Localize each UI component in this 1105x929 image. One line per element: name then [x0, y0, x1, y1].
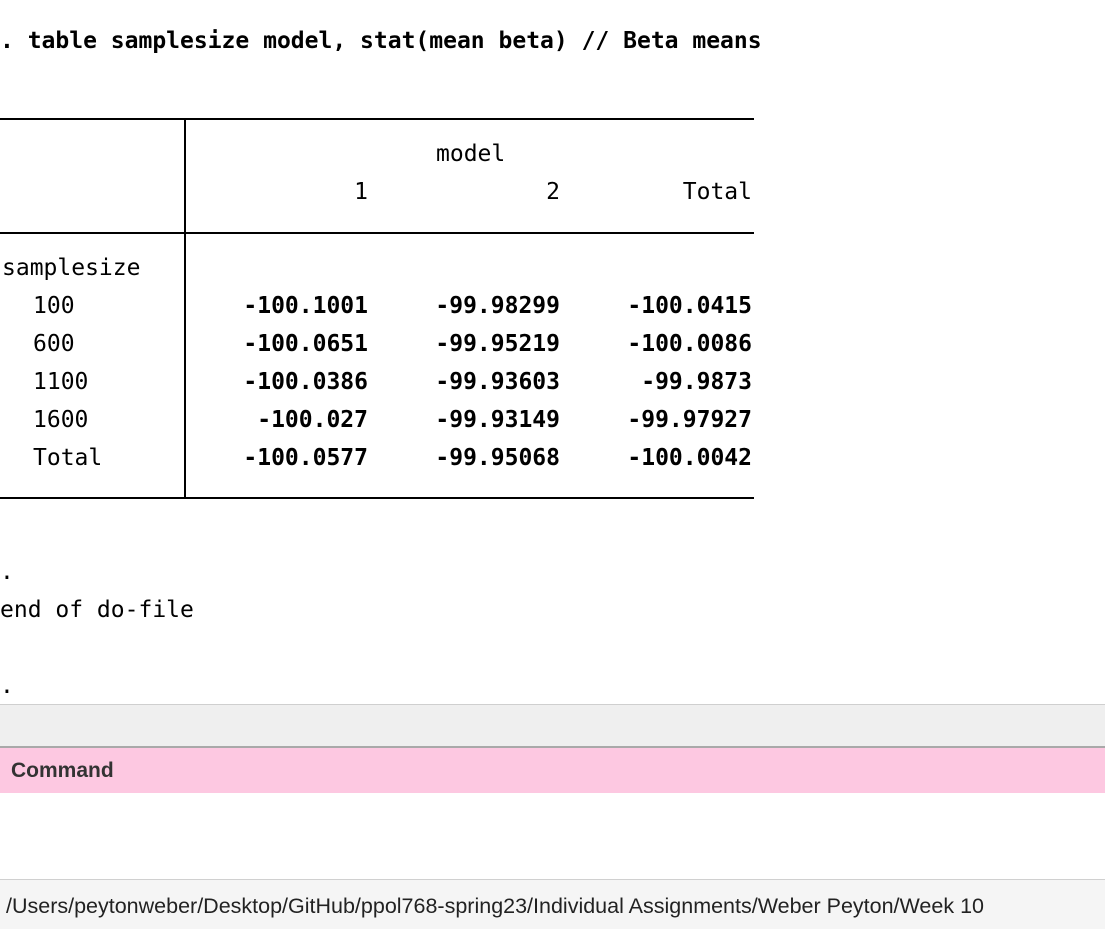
table-cell: -100.0415 — [627, 293, 752, 319]
row-label: 1600 — [33, 407, 89, 433]
table-cell: -99.9873 — [641, 369, 752, 395]
table-cell: -100.0651 — [243, 331, 368, 357]
table-cell: -100.027 — [257, 407, 368, 433]
command-panel-title: Command — [11, 759, 114, 782]
row-label: 100 — [33, 293, 75, 319]
prompt-dot: . — [0, 559, 14, 585]
table-cell: -99.95219 — [435, 331, 560, 357]
command-input[interactable] — [0, 793, 1105, 879]
table-cell: -100.1001 — [243, 293, 368, 319]
table-cell: -100.0086 — [627, 331, 752, 357]
row-label: 1100 — [33, 369, 89, 395]
working-directory-path: /Users/peytonweber/Desktop/GitHub/ppol76… — [6, 894, 984, 918]
table-header-rule — [0, 232, 754, 234]
table-cell: -99.98299 — [435, 293, 560, 319]
row-var-label: samplesize — [2, 255, 141, 281]
table-bottom-rule — [0, 497, 754, 499]
prompt-dot: . — [0, 673, 14, 699]
command-panel-header: Command — [0, 746, 1105, 795]
row-label: 600 — [33, 331, 75, 357]
table-cell: -100.0386 — [243, 369, 368, 395]
table-cell: -99.95068 — [435, 445, 560, 471]
column-header-1: 1 — [354, 179, 368, 205]
table-cell: -100.0042 — [627, 445, 752, 471]
results-scroll-area-bottom — [0, 704, 1105, 746]
command-echo: . table samplesize model, stat(mean beta… — [0, 28, 762, 54]
table-cell: -99.93603 — [435, 369, 560, 395]
column-header-2: 2 — [546, 179, 560, 205]
table-cell: -100.0577 — [243, 445, 368, 471]
table-top-rule — [0, 118, 754, 120]
table-cell: -99.93149 — [435, 407, 560, 433]
column-header-total: Total — [682, 179, 752, 205]
column-var-label: model — [436, 141, 506, 167]
table-cell: -99.97927 — [627, 407, 752, 433]
table-vertical-rule — [184, 118, 186, 498]
end-of-dofile-text: end of do-file — [0, 597, 194, 623]
row-label: Total — [33, 445, 103, 471]
status-bar: /Users/peytonweber/Desktop/GitHub/ppol76… — [0, 879, 1105, 929]
